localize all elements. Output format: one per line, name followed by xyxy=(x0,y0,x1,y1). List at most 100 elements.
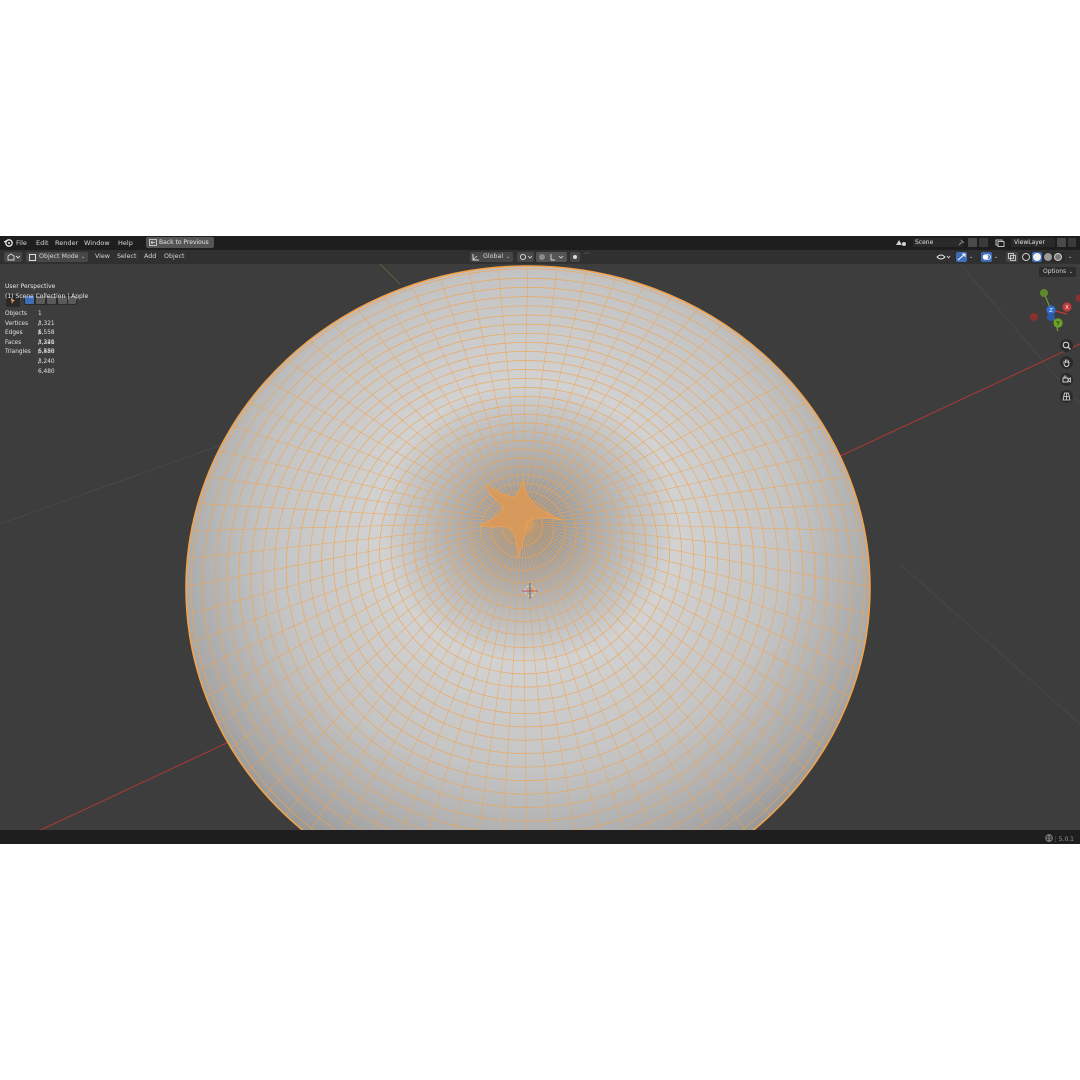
new-scene-button[interactable] xyxy=(968,238,977,247)
zoom-button[interactable] xyxy=(1060,339,1073,352)
back-to-previous-label: Back to Previous xyxy=(159,239,209,246)
stat-label: Edges xyxy=(5,330,23,337)
version-number: 5.0.1 xyxy=(1058,836,1074,843)
visibility-dropdown[interactable] xyxy=(935,252,952,262)
gizmo-y-label: Y xyxy=(1055,321,1060,327)
blender-logo-icon[interactable] xyxy=(3,237,13,251)
orientation-icon xyxy=(472,254,479,261)
gizmo-neg-y[interactable] xyxy=(1040,289,1048,297)
stat-row: Objects 1 / 1 xyxy=(5,310,42,336)
stat-row: Vertices 3,321 / 3,321 xyxy=(5,320,55,346)
shading-solid-icon xyxy=(1033,253,1041,261)
visibility-icon xyxy=(936,254,951,260)
gizmo-options-dropdown[interactable]: ⌄ xyxy=(969,252,973,262)
gizmo-offscreen-x xyxy=(1075,294,1080,302)
falloff-icon[interactable]: ⌒ xyxy=(584,252,590,262)
menu-render[interactable]: Render xyxy=(55,238,78,248)
menu-view[interactable]: View xyxy=(95,252,110,262)
camera-view-button[interactable] xyxy=(1060,373,1073,386)
xray-toggle[interactable] xyxy=(1006,252,1018,262)
stat-row: Edges 6,558 / 6,558 xyxy=(5,329,55,355)
object-mode-icon xyxy=(29,254,36,261)
object-origin xyxy=(531,587,535,591)
back-to-previous-button[interactable]: Back to Previous xyxy=(146,237,214,248)
collection-label: (1) Scene Collection | Apple xyxy=(5,293,89,300)
shading-options-dropdown[interactable]: ⌄ xyxy=(1068,252,1072,262)
menu-help[interactable]: Help xyxy=(118,238,133,248)
pan-button[interactable] xyxy=(1060,356,1073,369)
scene-statistics: Objects 1 / 1 Vertices 3,321 / 3,321 Edges… xyxy=(5,310,55,375)
scene-name: Scene xyxy=(915,239,934,246)
wireframe-shading-icon[interactable] xyxy=(1022,253,1030,261)
menu-object[interactable]: Object xyxy=(164,252,185,262)
menu-add[interactable]: Add xyxy=(144,252,156,262)
delete-scene-button[interactable] xyxy=(979,238,988,247)
view-layer-icon xyxy=(995,239,1005,247)
viewport-canvas[interactable] xyxy=(0,263,1080,844)
gizmo-icon xyxy=(957,253,966,261)
xray-icon xyxy=(1008,253,1016,261)
navigation-gizmo[interactable]: X Y Z xyxy=(1026,286,1080,336)
chevron-down-icon: ⌄ xyxy=(1068,269,1073,275)
viewport-header: Object Mode ⌄ View Select Add Object Glo… xyxy=(0,250,1080,264)
perspective-toggle-button[interactable] xyxy=(1060,390,1073,403)
transform-orientation-dropdown[interactable]: Global ⌄ xyxy=(470,252,513,262)
chevron-down-icon: ⌄ xyxy=(81,254,86,260)
gizmo-neg-x[interactable] xyxy=(1030,313,1038,321)
blender-window: File Edit Render Window Help Back to Pre… xyxy=(0,236,1080,844)
stat-row: Faces 3,240 / 3,240 xyxy=(5,339,55,365)
menu-file[interactable]: File xyxy=(16,238,27,248)
menu-edit[interactable]: Edit xyxy=(36,238,49,248)
new-view-layer-button[interactable] xyxy=(1057,238,1066,247)
gizmo-neg-z[interactable] xyxy=(1047,313,1055,321)
3d-viewport[interactable]: User Perspective (1) Scene Collection | … xyxy=(0,263,1080,844)
menu-window[interactable]: Window xyxy=(84,238,110,248)
grid-line xyxy=(899,563,1080,725)
editor-type-icon xyxy=(7,253,20,261)
scene-icon xyxy=(896,240,906,246)
material-shading-icon[interactable] xyxy=(1044,253,1052,261)
delete-view-layer-button[interactable] xyxy=(1068,238,1076,247)
back-icon xyxy=(149,239,157,246)
snap-icon xyxy=(539,254,564,261)
camera-icon xyxy=(1062,375,1071,383)
object-mode-label: Object Mode xyxy=(39,253,79,260)
stat-value: 6,480 / 6,480 xyxy=(38,349,55,375)
orientation-label: Global xyxy=(483,253,504,260)
editor-type-button[interactable] xyxy=(4,252,22,262)
scene-selector[interactable]: Scene xyxy=(893,237,991,248)
hand-pan-icon xyxy=(1063,359,1070,367)
pin-icon[interactable] xyxy=(957,239,965,247)
overlay-toggle[interactable] xyxy=(981,252,992,262)
pivot-icon xyxy=(519,253,532,261)
stat-label: Triangles xyxy=(5,349,31,356)
view-layer-name: ViewLayer xyxy=(1014,239,1045,246)
stat-row: Triangles 6,480 / 6,480 xyxy=(5,348,55,374)
proportional-editing-toggle[interactable] xyxy=(570,252,580,262)
top-menu-bar: File Edit Render Window Help Back to Pre… xyxy=(0,236,1080,250)
view-layer-selector[interactable]: ViewLayer xyxy=(993,237,1077,248)
menu-select[interactable]: Select xyxy=(117,252,136,262)
rendered-shading-icon[interactable] xyxy=(1054,253,1062,261)
status-bar: | 5.0.1 xyxy=(0,830,1080,844)
proportional-icon xyxy=(573,255,577,259)
object-mode-dropdown[interactable]: Object Mode ⌄ xyxy=(26,252,88,262)
stat-label: Vertices xyxy=(5,320,29,327)
gizmo-toggle[interactable] xyxy=(956,252,967,262)
gizmo-x-label: X xyxy=(1065,305,1069,311)
overlay-icon xyxy=(982,254,991,260)
stat-label: Objects xyxy=(5,311,27,317)
pivot-point-dropdown[interactable] xyxy=(517,252,534,262)
viewport-info-overlay: User Perspective (1) Scene Collection | … xyxy=(5,282,88,302)
stat-label: Faces xyxy=(5,339,22,346)
y-axis-line xyxy=(379,263,401,285)
options-dropdown[interactable]: Options ⌄ xyxy=(1039,267,1076,277)
options-label: Options xyxy=(1043,268,1067,275)
snap-toggle[interactable] xyxy=(536,252,567,262)
overlay-options-dropdown[interactable]: ⌄ xyxy=(994,252,998,262)
zoom-icon xyxy=(1062,341,1071,350)
perspective-label: User Perspective xyxy=(5,283,56,290)
globe-icon xyxy=(1045,834,1053,842)
version-indicator: | 5.0.1 xyxy=(1045,833,1074,844)
chevron-down-icon: ⌄ xyxy=(506,254,511,260)
